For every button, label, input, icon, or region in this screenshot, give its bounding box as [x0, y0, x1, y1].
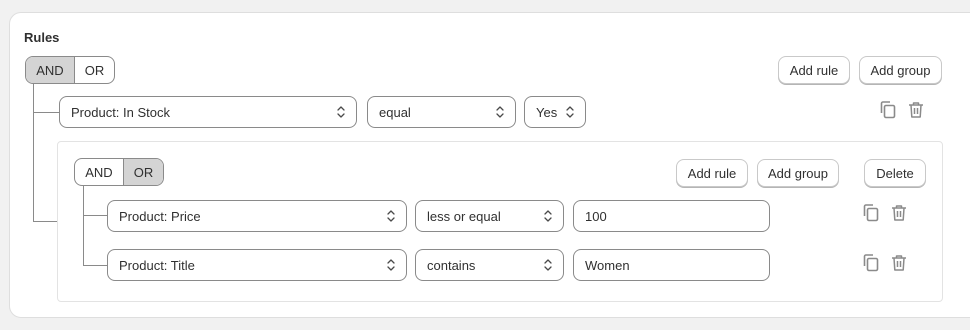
- group-add-rule-button[interactable]: Add rule: [676, 159, 748, 187]
- group-and-option[interactable]: AND: [75, 159, 123, 185]
- root-combinator-toggle: AND OR: [25, 56, 115, 84]
- chevron-up-down-icon: [337, 106, 345, 118]
- group-delete-button[interactable]: Delete: [864, 159, 926, 187]
- root-add-group-button[interactable]: Add group: [859, 56, 942, 84]
- group-tree-line: [83, 186, 84, 266]
- group-rule-2-value-input[interactable]: Women: [573, 249, 770, 281]
- group-rule-2-operator-select[interactable]: contains: [415, 249, 564, 281]
- root-rule-field-select[interactable]: Product: In Stock: [59, 96, 357, 128]
- chevron-up-down-icon: [496, 106, 504, 118]
- root-rule-field-value: Product: In Stock: [71, 104, 170, 120]
- chevron-up-down-icon: [566, 106, 574, 118]
- group-rule-1-operator-select[interactable]: less or equal: [415, 200, 564, 232]
- group-rule-1-value-input[interactable]: 100: [573, 200, 770, 232]
- group-rule-2-operator-value: contains: [427, 257, 476, 273]
- root-rule-connector: [33, 112, 59, 113]
- group-rule-1-operator-value: less or equal: [427, 208, 501, 224]
- root-or-option[interactable]: OR: [73, 57, 114, 83]
- group-rule-2-field-select[interactable]: Product: Title: [107, 249, 407, 281]
- group-connector: [33, 221, 58, 222]
- copy-icon[interactable]: [861, 203, 881, 223]
- chevron-up-down-icon: [544, 259, 552, 271]
- group-rule-1-field-select[interactable]: Product: Price: [107, 200, 407, 232]
- group-rule-2-field-value: Product: Title: [119, 257, 195, 273]
- root-add-rule-button[interactable]: Add rule: [778, 56, 850, 84]
- root-rule-operator-select[interactable]: equal: [367, 96, 516, 128]
- rules-title: Rules: [24, 30, 60, 45]
- root-rule-value-select[interactable]: Yes: [524, 96, 586, 128]
- group-rule-connector: [83, 265, 108, 266]
- copy-icon[interactable]: [861, 253, 881, 273]
- delete-icon[interactable]: [906, 100, 926, 120]
- chevron-up-down-icon: [387, 210, 395, 222]
- group-or-option[interactable]: OR: [122, 159, 163, 185]
- copy-icon[interactable]: [878, 100, 898, 120]
- root-rule-operator-value: equal: [379, 104, 411, 120]
- root-rule-value-text: Yes: [536, 104, 558, 120]
- group-add-group-button[interactable]: Add group: [757, 159, 839, 187]
- delete-icon[interactable]: [889, 203, 909, 223]
- group-combinator-toggle: AND OR: [74, 158, 164, 186]
- chevron-up-down-icon: [544, 210, 552, 222]
- group-rule-connector: [83, 215, 108, 216]
- root-tree-line: [33, 84, 34, 221]
- group-rule-1-field-value: Product: Price: [119, 208, 201, 224]
- root-and-option[interactable]: AND: [26, 57, 74, 83]
- chevron-up-down-icon: [387, 259, 395, 271]
- delete-icon[interactable]: [889, 253, 909, 273]
